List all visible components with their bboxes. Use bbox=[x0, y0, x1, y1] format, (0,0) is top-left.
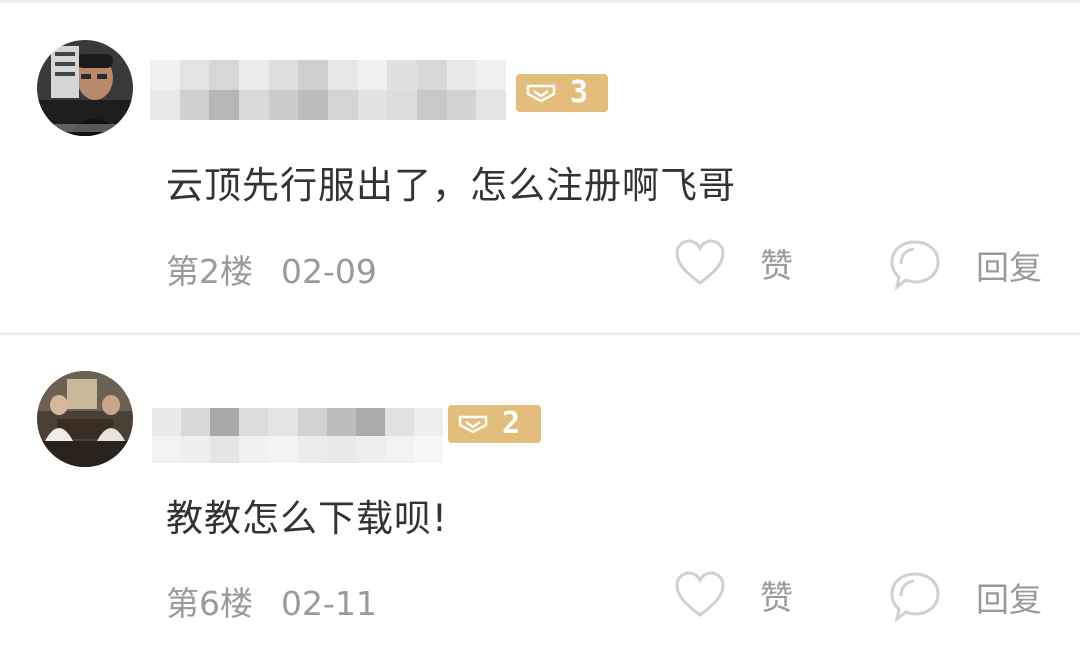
level-badge-icon bbox=[458, 415, 488, 434]
comment-text: 云顶先行服出了，怎么注册啊飞哥 bbox=[166, 164, 736, 207]
reply-button[interactable]: 回复 bbox=[888, 238, 1042, 292]
chat-bubble-icon bbox=[890, 240, 940, 291]
chat-bubble-icon bbox=[890, 572, 940, 623]
floor-number: 第6楼 bbox=[166, 584, 253, 623]
level-badge: 2 bbox=[448, 405, 541, 443]
like-button[interactable]: 赞 bbox=[674, 570, 793, 620]
like-label: 赞 bbox=[760, 246, 793, 285]
like-button[interactable]: 赞 bbox=[674, 238, 793, 288]
floor-number: 第2楼 bbox=[166, 252, 253, 291]
username-pixelated[interactable] bbox=[152, 408, 443, 463]
comment-meta: 第6楼 02-11 bbox=[166, 577, 377, 625]
level-number: 3 bbox=[570, 75, 589, 110]
reply-label: 回复 bbox=[976, 580, 1042, 619]
level-badge: 3 bbox=[516, 74, 608, 112]
reply-button[interactable]: 回复 bbox=[888, 570, 1042, 624]
avatar[interactable] bbox=[37, 371, 133, 467]
comment-date: 02-09 bbox=[281, 252, 377, 291]
comment-text: 教教怎么下载呗! bbox=[166, 497, 448, 540]
reply-label: 回复 bbox=[976, 248, 1042, 287]
level-number: 2 bbox=[502, 406, 521, 441]
username-pixelated[interactable] bbox=[150, 60, 506, 120]
comment-item: 2 教教怎么下载呗! 第6楼 02-11 赞 回复 bbox=[0, 335, 1080, 657]
heart-icon bbox=[675, 571, 725, 617]
comment-meta: 第2楼 02-09 bbox=[166, 245, 377, 293]
level-badge-icon bbox=[526, 84, 556, 103]
avatar[interactable] bbox=[37, 40, 133, 136]
comment-date: 02-11 bbox=[281, 584, 377, 623]
like-label: 赞 bbox=[760, 578, 793, 617]
comment-item: 3 云顶先行服出了，怎么注册啊飞哥 第2楼 02-09 赞 回复 bbox=[0, 0, 1080, 332]
heart-icon bbox=[675, 239, 725, 285]
